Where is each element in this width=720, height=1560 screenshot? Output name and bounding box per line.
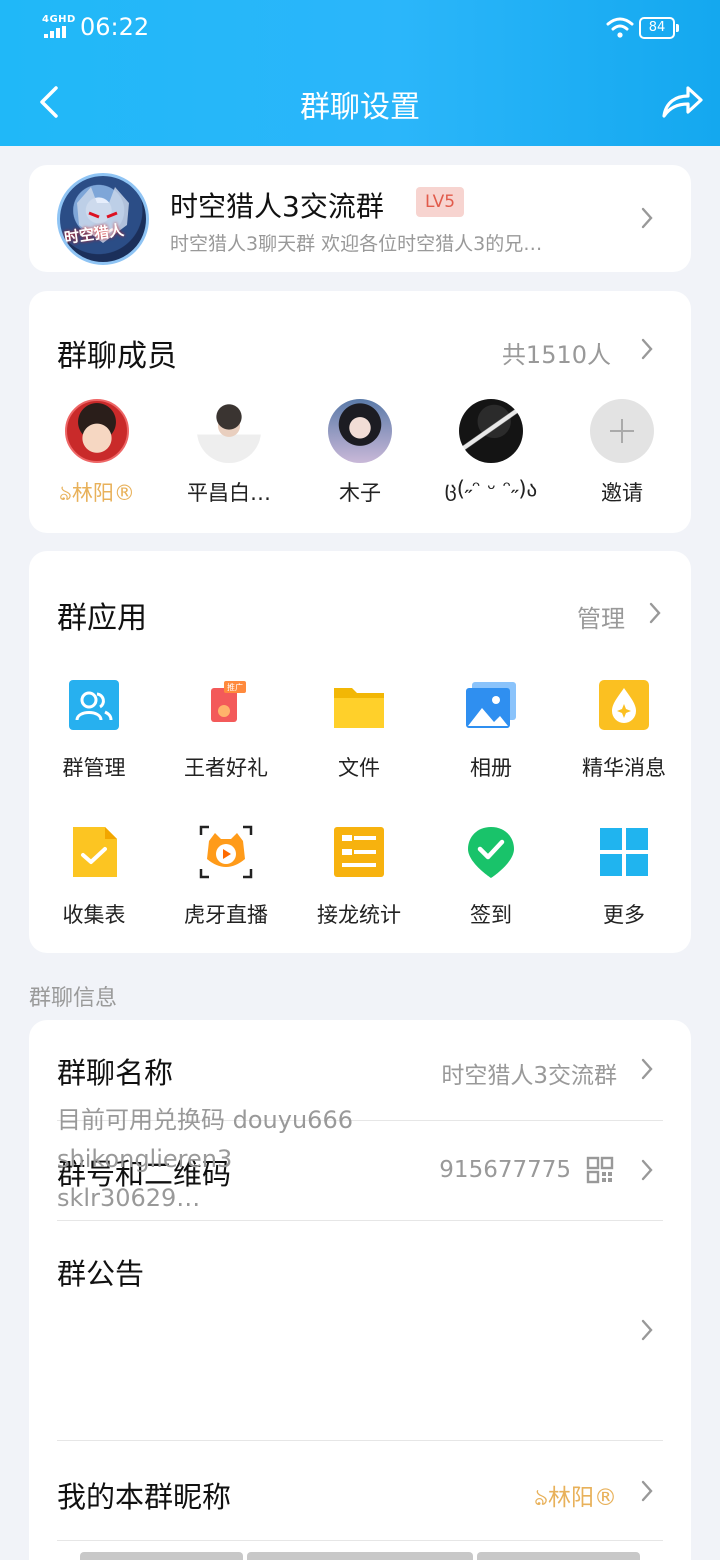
network-type: 4GHD (42, 14, 76, 25)
more-grid-icon (600, 828, 648, 876)
checkin-icon (468, 827, 514, 878)
battery-icon: 84 (639, 17, 679, 39)
app-label: 更多 (603, 903, 645, 927)
app-files[interactable]: 文件 (299, 678, 419, 782)
member-name: ঌ林阳® (59, 481, 135, 505)
app-album[interactable]: 相册 (431, 678, 551, 782)
album-icon (466, 682, 516, 728)
status-bar: 4GHD 06:22 84 (0, 0, 720, 56)
add-icon (590, 399, 654, 463)
app-group-manage[interactable]: 群管理 (34, 678, 154, 782)
group-name-value: 时空猎人3交流群 (441, 1063, 617, 1089)
app-essence[interactable]: 精华消息 (564, 678, 684, 782)
member-item[interactable]: 木子 (300, 399, 420, 507)
chevron-right-icon[interactable] (648, 601, 662, 625)
gift-icon: 推广 (211, 681, 246, 722)
app-label: 相册 (470, 756, 512, 780)
my-nickname-value: ঌ林阳® (534, 1485, 617, 1511)
group-notice-label: 群公告 (57, 1257, 145, 1291)
status-time: 06:22 (80, 13, 150, 41)
member-avatar (65, 399, 129, 463)
app-label: 收集表 (62, 903, 126, 927)
qr-code-icon (586, 1156, 614, 1184)
app-huya[interactable]: 虎牙直播 (166, 825, 286, 929)
chevron-right-icon (641, 207, 653, 229)
app-label: 接龙统计 (317, 903, 401, 927)
group-info-card: 群聊名称 时空猎人3交流群 群号和二维码 915677775 群公告 目前可用兑… (29, 1020, 691, 1560)
app-form[interactable]: 收集表 (34, 825, 154, 929)
group-profile-card[interactable]: 时空猎人 时空猎人3交流群 LV5 时空猎人3聊天群 欢迎各位时空猎人3的兄… (29, 165, 691, 272)
notice-line: shikonglieren3 (57, 1145, 233, 1173)
wifi-icon (606, 17, 634, 38)
app-gift[interactable]: 推广 王者好礼 (166, 678, 286, 782)
member-avatar (197, 399, 261, 463)
app-more[interactable]: 更多 (564, 825, 684, 929)
my-nickname-label: 我的本群昵称 (57, 1480, 232, 1514)
group-apps-card: 群应用 管理 群管理 推广 王者好礼 文件 相册 精华消息 收集表 虎牙直播 接… (29, 551, 691, 953)
member-item[interactable]: ঌ林阳® (37, 399, 157, 512)
folder-icon (334, 688, 384, 728)
app-label: 王者好礼 (184, 756, 268, 780)
group-number-value: 915677775 (439, 1157, 571, 1183)
member-count[interactable]: 共1510人 (502, 335, 611, 370)
chevron-right-icon (641, 1319, 653, 1341)
form-icon (73, 827, 117, 877)
info-section-label: 群聊信息 (29, 986, 118, 1011)
app-checkin[interactable]: 签到 (431, 825, 551, 929)
my-nickname-row[interactable]: 我的本群昵称 ঌ林阳® (29, 1441, 691, 1541)
group-level-badge: LV5 (416, 187, 464, 217)
member-name: ც(˶ᵔ ᵕ ᵔ˶)ა (444, 477, 538, 501)
chevron-right-icon[interactable] (640, 337, 654, 361)
member-item[interactable]: ც(˶ᵔ ᵕ ᵔ˶)ა (431, 399, 551, 502)
top-bar: 4GHD 06:22 84 群聊设置 (0, 0, 720, 146)
members-card: 群聊成员 共1510人 ঌ林阳® 平昌白… 木子 ც(˶ᵔ ᵕ ᵔ˶)ა 邀请 (29, 291, 691, 533)
chevron-right-icon (641, 1058, 653, 1080)
invite-label: 邀请 (601, 481, 643, 505)
relay-icon (334, 827, 384, 877)
apps-manage-link[interactable]: 管理 (577, 599, 625, 634)
group-name: 时空猎人3交流群 (170, 190, 384, 223)
bottom-tab-segment (247, 1552, 473, 1560)
app-label: 群管理 (62, 756, 126, 780)
divider (57, 1540, 663, 1541)
member-name: 木子 (339, 481, 381, 505)
group-avatar: 时空猎人 (57, 173, 149, 265)
page-title: 群聊设置 (300, 90, 420, 125)
chevron-right-icon (641, 1159, 653, 1181)
app-label: 精华消息 (582, 756, 666, 780)
group-notice-row[interactable]: 群公告 (29, 1221, 691, 1441)
group-description: 时空猎人3聊天群 欢迎各位时空猎人3的兄… (170, 233, 543, 255)
wolf-avatar-image (77, 187, 129, 243)
invite-button[interactable]: 邀请 (562, 399, 682, 507)
battery-level: 84 (639, 17, 675, 39)
member-name: 平昌白… (187, 481, 271, 505)
bottom-tab-segment (477, 1552, 640, 1560)
group-notice-text: 目前可用兑换码 douyu666 shikonglieren3 sklr3062… (57, 1101, 353, 1218)
huya-icon (199, 825, 253, 879)
member-item[interactable]: 平昌白… (169, 399, 289, 507)
share-icon[interactable] (656, 80, 706, 124)
app-label: 文件 (338, 756, 380, 780)
member-avatar (328, 399, 392, 463)
app-label: 虎牙直播 (184, 903, 268, 927)
group-manage-icon (69, 680, 119, 730)
notice-line: sklr30629… (57, 1184, 201, 1212)
group-name-label: 群聊名称 (57, 1056, 174, 1090)
essence-icon (599, 680, 649, 730)
notice-line: 目前可用兑换码 douyu666 (57, 1106, 353, 1134)
signal-icon (44, 26, 66, 38)
chevron-right-icon (641, 1480, 653, 1502)
apps-title: 群应用 (57, 601, 147, 636)
app-label: 签到 (470, 903, 512, 927)
member-avatar (459, 399, 523, 463)
bottom-tab-segment (80, 1552, 243, 1560)
members-title: 群聊成员 (57, 339, 177, 374)
app-relay[interactable]: 接龙统计 (299, 825, 419, 929)
promo-badge: 推广 (227, 682, 243, 692)
